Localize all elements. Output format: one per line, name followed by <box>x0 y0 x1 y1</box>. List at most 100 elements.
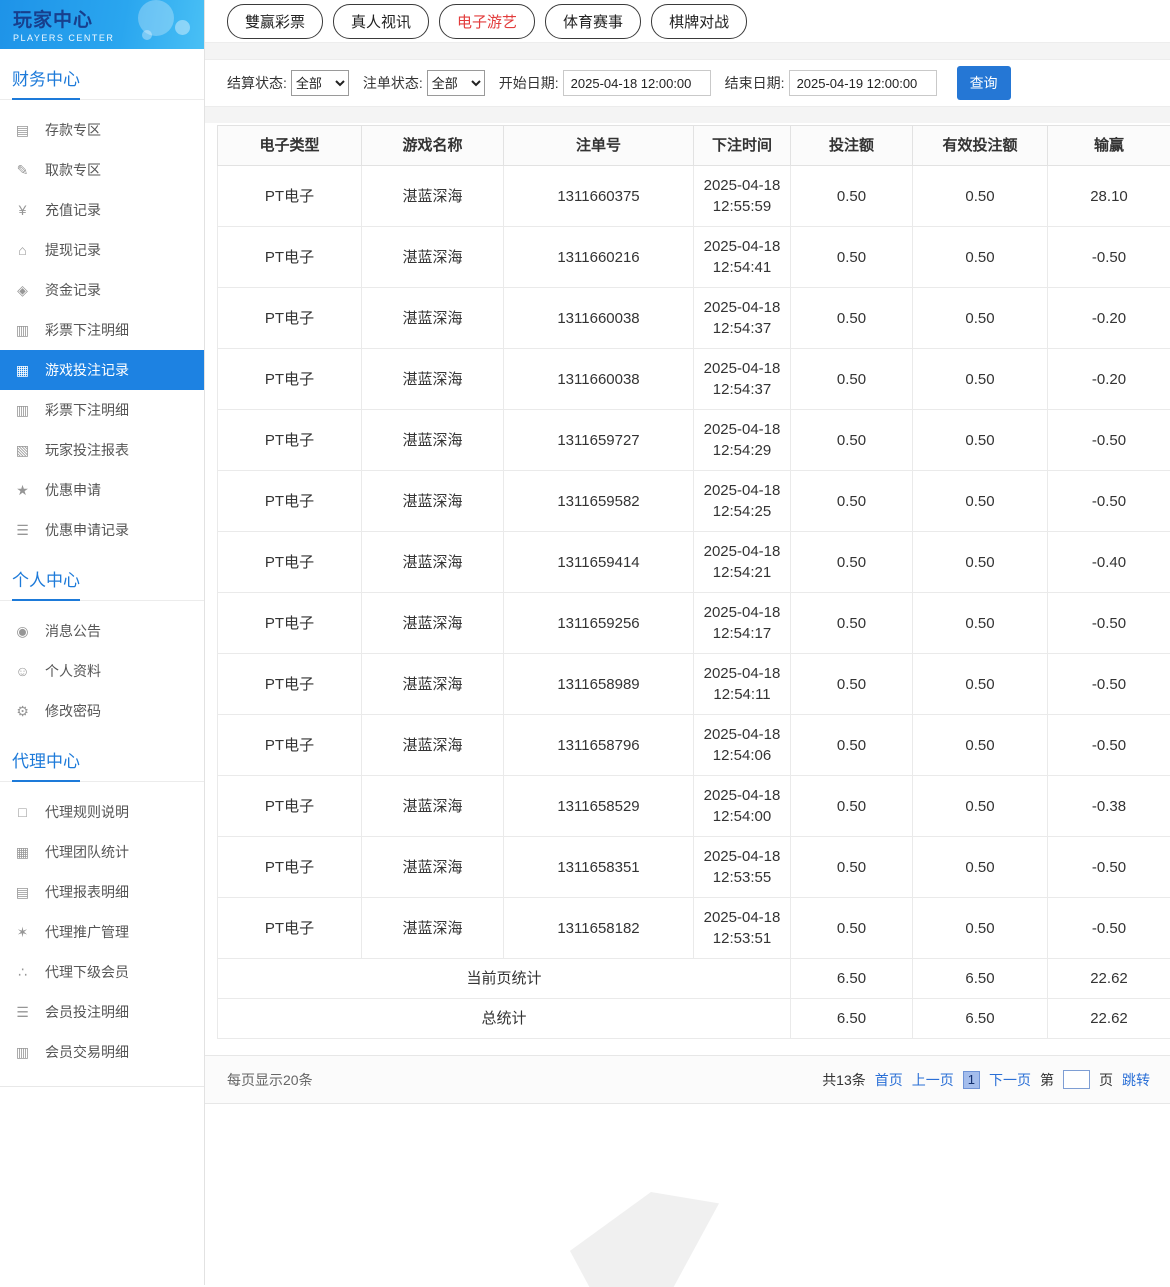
table-cell: -0.50 <box>1048 593 1170 654</box>
table-cell: PT电子 <box>218 837 362 898</box>
table-cell: -0.50 <box>1048 898 1170 959</box>
sidebar-item[interactable]: ◉消息公告 <box>0 611 204 651</box>
profile-person-icon: ☺ <box>14 663 31 679</box>
sidebar-item[interactable]: ✎取款专区 <box>0 150 204 190</box>
sidebar-item[interactable]: ⚙修改密码 <box>0 691 204 731</box>
sidebar-item[interactable]: ☰优惠申请记录 <box>0 510 204 550</box>
table-cell: 1311658182 <box>504 898 694 959</box>
table-cell: 1311658529 <box>504 776 694 837</box>
table-cell: 0.50 <box>913 898 1048 959</box>
search-button[interactable]: 查询 <box>957 66 1011 100</box>
table-cell: 0.50 <box>791 715 913 776</box>
category-tab[interactable]: 棋牌对战 <box>651 4 747 39</box>
table-cell: PT电子 <box>218 288 362 349</box>
table-cell: 湛蓝深海 <box>362 288 504 349</box>
table-cell: PT电子 <box>218 898 362 959</box>
sidebar-item-label: 会员投注明细 <box>45 1002 129 1022</box>
sidebar-header: 玩家中心 PLAYERS CENTER <box>0 0 204 49</box>
end-date-input[interactable] <box>789 70 937 96</box>
app-root: 玩家中心 PLAYERS CENTER 财务中心▤存款专区✎取款专区¥充值记录⌂… <box>0 0 1170 1285</box>
table-row: PT电子湛蓝深海13116597272025-04-18 12:54:290.5… <box>218 410 1170 471</box>
table-cell: 2025-04-18 12:54:29 <box>694 410 791 471</box>
table-cell: PT电子 <box>218 654 362 715</box>
table-cell: 湛蓝深海 <box>362 898 504 959</box>
summary-label: 当前页统计 <box>218 959 791 999</box>
sidebar-item[interactable]: ∴代理下级会员 <box>0 952 204 992</box>
sidebar-item[interactable]: ▥ 彩票下注明细 <box>0 390 204 430</box>
next-page-link[interactable]: 下一页 <box>989 1070 1031 1090</box>
decor-bubble-icon <box>142 30 152 40</box>
table-cell: 2025-04-18 12:54:17 <box>694 593 791 654</box>
jump-prefix-label: 第 <box>1040 1070 1054 1090</box>
table-cell: 湛蓝深海 <box>362 593 504 654</box>
agent-members-icon: ∴ <box>14 964 31 981</box>
sidebar-item[interactable]: ▤代理报表明细 <box>0 872 204 912</box>
table-cell: 0.50 <box>791 776 913 837</box>
sidebar-section-title: 个人中心 <box>0 550 204 601</box>
table-cell: 0.50 <box>913 593 1048 654</box>
category-tab[interactable]: 雙赢彩票 <box>227 4 323 39</box>
sidebar-item[interactable]: ★优惠申请 <box>0 470 204 510</box>
table-cell: 湛蓝深海 <box>362 349 504 410</box>
sidebar-item[interactable]: ▥会员交易明细 <box>0 1032 204 1072</box>
recharge-record-icon: ¥ <box>14 202 31 218</box>
start-date-input[interactable] <box>563 70 711 96</box>
sidebar-item[interactable]: ▦代理团队统计 <box>0 832 204 872</box>
table-cell: 2025-04-18 12:53:55 <box>694 837 791 898</box>
sidebar-item-label: 个人资料 <box>45 661 101 681</box>
table-cell: 湛蓝深海 <box>362 227 504 288</box>
sidebar-item[interactable]: ◈资金记录 <box>0 270 204 310</box>
sidebar-item-label: 彩票下注明细 <box>45 320 129 340</box>
sidebar-item[interactable]: ☺ 个人资料 <box>0 651 204 691</box>
sidebar-item-label: 提现记录 <box>45 240 101 260</box>
table-cell: -0.50 <box>1048 715 1170 776</box>
table-cell: 1311658351 <box>504 837 694 898</box>
category-tab[interactable]: 电子游艺 <box>439 4 535 39</box>
table-cell: -0.38 <box>1048 776 1170 837</box>
order-status-select[interactable]: 全部 <box>427 70 485 96</box>
page-jump-link[interactable]: 跳转 <box>1122 1070 1150 1090</box>
sidebar-item[interactable]: ¥充值记录 <box>0 190 204 230</box>
table-cell: 湛蓝深海 <box>362 654 504 715</box>
table-cell: PT电子 <box>218 166 362 227</box>
column-header: 有效投注额 <box>913 126 1048 166</box>
sidebar-item[interactable]: ✶代理推广管理 <box>0 912 204 952</box>
summary-value: 22.62 <box>1048 999 1170 1039</box>
page-jump-input[interactable] <box>1063 1070 1090 1089</box>
sidebar-item[interactable]: □代理规则说明 <box>0 792 204 832</box>
sidebar-item[interactable]: ▥彩票下注明细 <box>0 310 204 350</box>
prev-page-link[interactable]: 上一页 <box>912 1070 954 1090</box>
sidebar-item-label: 彩票下注明细 <box>45 400 129 420</box>
category-tab[interactable]: 真人视讯 <box>333 4 429 39</box>
table-cell: PT电子 <box>218 349 362 410</box>
summary-value: 6.50 <box>791 959 913 999</box>
sidebar-item[interactable]: ▧玩家投注报表 <box>0 430 204 470</box>
table-cell: 2025-04-18 12:54:37 <box>694 349 791 410</box>
current-page-indicator[interactable]: 1 <box>963 1071 980 1089</box>
lottery-bet-detail-icon: ▥ <box>14 402 31 419</box>
sidebar-item-label: 会员交易明细 <box>45 1042 129 1062</box>
table-cell: PT电子 <box>218 227 362 288</box>
sidebar-item-label: 存款专区 <box>45 120 101 140</box>
sidebar-item-label: 玩家投注报表 <box>45 440 129 460</box>
sidebar-item-label: 取款专区 <box>45 160 101 180</box>
table-cell: -0.50 <box>1048 837 1170 898</box>
message-icon: ◉ <box>14 623 31 640</box>
sidebar-item[interactable]: ▦游戏投注记录 <box>0 350 204 390</box>
password-gear-icon: ⚙ <box>14 703 31 720</box>
settle-status-select[interactable]: 全部 <box>291 70 349 96</box>
table-cell: 1311659727 <box>504 410 694 471</box>
sidebar-item[interactable]: ▤存款专区 <box>0 110 204 150</box>
sidebar-item[interactable]: ⌂提现记录 <box>0 230 204 270</box>
summary-row: 总统计6.506.5022.62 <box>218 999 1170 1039</box>
jump-suffix-label: 页 <box>1099 1070 1113 1090</box>
sidebar-item[interactable]: ☰会员投注明细 <box>0 992 204 1032</box>
category-tab[interactable]: 体育赛事 <box>545 4 641 39</box>
settle-status-label: 结算状态: <box>227 73 287 93</box>
promo-apply-icon: ★ <box>14 482 31 499</box>
first-page-link[interactable]: 首页 <box>875 1070 903 1090</box>
table-cell: 28.10 <box>1048 166 1170 227</box>
table-cell: -0.50 <box>1048 471 1170 532</box>
table-cell: 0.50 <box>913 532 1048 593</box>
start-date-label: 开始日期: <box>499 73 559 93</box>
